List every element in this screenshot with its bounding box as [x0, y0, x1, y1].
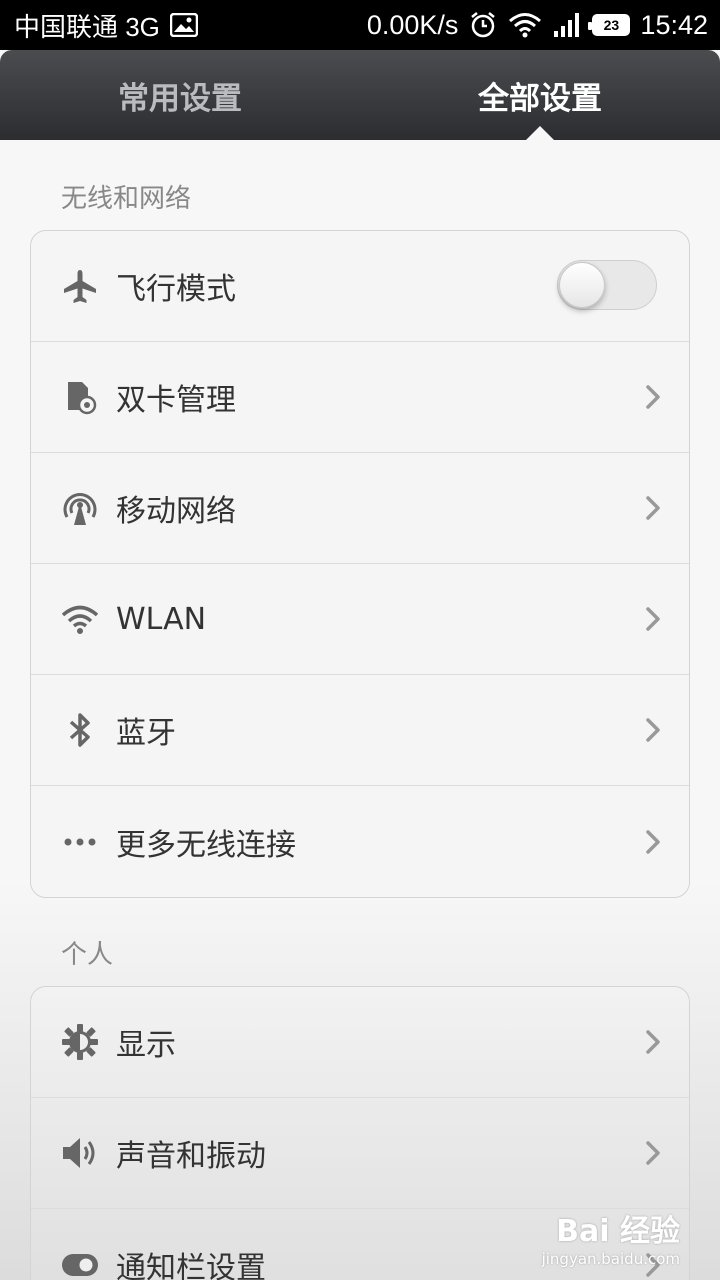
image-notification-icon: [169, 13, 198, 37]
chevron-right-icon: [645, 1029, 661, 1055]
display-label: 显示: [116, 1028, 176, 1063]
bluetooth-row[interactable]: 蓝牙: [31, 675, 689, 786]
wlan-label: WLAN: [116, 601, 207, 637]
sound-vibration-row[interactable]: 声音和振动: [31, 1098, 689, 1209]
tab-common-settings[interactable]: 常用设置: [0, 50, 360, 140]
wifi-status-icon: [508, 11, 542, 39]
chevron-right-icon: [645, 495, 661, 521]
signal-strength-icon: [552, 11, 582, 39]
clock: 15:42: [640, 9, 708, 40]
chevron-right-icon: [645, 384, 661, 410]
cellular-antenna-icon: [60, 488, 100, 528]
toggle-knob: [559, 262, 605, 308]
alarm-clock-icon: [468, 10, 498, 40]
tab-all-settings[interactable]: 全部设置: [360, 50, 720, 140]
wlan-row[interactable]: WLAN: [31, 564, 689, 675]
airplane-icon: [60, 266, 100, 306]
toggle-switch-icon: [60, 1245, 100, 1280]
more-wireless-row[interactable]: 更多无线连接: [31, 786, 689, 897]
mobile-network-row[interactable]: 移动网络: [31, 453, 689, 564]
battery-icon: 23: [588, 14, 631, 36]
dual-sim-label: 双卡管理: [116, 383, 236, 418]
chevron-right-icon: [645, 717, 661, 743]
dual-sim-row[interactable]: 双卡管理: [31, 342, 689, 453]
settings-tab-bar: 常用设置 全部设置: [0, 50, 720, 140]
chevron-right-icon: [645, 829, 661, 855]
speaker-icon: [60, 1133, 100, 1173]
sound-vibration-label: 声音和振动: [116, 1139, 266, 1174]
watermark-url: jingyan.baidu.com: [541, 1250, 680, 1268]
chevron-right-icon: [645, 606, 661, 632]
chevron-right-icon: [645, 1140, 661, 1166]
status-bar: 中国联通 3G 0.00K/s 23 15:42: [0, 0, 720, 50]
bluetooth-icon: [60, 710, 100, 750]
more-wireless-label: 更多无线连接: [116, 827, 296, 863]
section-header-personal: 个人: [61, 940, 114, 970]
wireless-network-card: 飞行模式 双卡管理 移动网络 WLAN 蓝牙 更多无线连接: [30, 230, 690, 898]
brightness-icon: [60, 1022, 100, 1062]
mobile-network-label: 移动网络: [116, 494, 236, 529]
more-dots-icon: [60, 822, 100, 862]
display-row[interactable]: 显示: [31, 987, 689, 1098]
network-speed: 0.00K/s: [366, 9, 459, 40]
bluetooth-label: 蓝牙: [116, 716, 176, 751]
sim-card-icon: [60, 377, 100, 417]
airplane-mode-row[interactable]: 飞行模式: [31, 231, 689, 342]
section-header-wireless: 无线和网络: [61, 184, 192, 214]
baidu-jingyan-watermark: Bai 经验 jingyan.baidu.com: [542, 1206, 680, 1268]
watermark-logo: Bai 经验: [556, 1214, 680, 1249]
carrier-label: 中国联通 3G: [14, 11, 160, 42]
airplane-mode-toggle[interactable]: [557, 260, 657, 310]
wifi-icon: [60, 599, 100, 639]
